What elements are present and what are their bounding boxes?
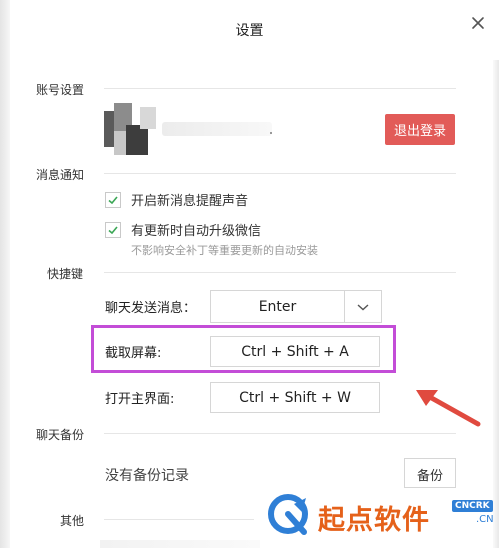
sound-notification-label: 开启新消息提醒声音 — [131, 194, 249, 209]
window-title: 设置 — [235, 23, 264, 39]
auto-update-label: 有更新时自动升级微信 — [131, 224, 262, 239]
checkmark-icon — [108, 195, 118, 204]
auto-update-checkbox[interactable] — [105, 221, 121, 238]
divider — [104, 272, 456, 273]
section-backup-label: 聊天备份 — [36, 428, 85, 442]
background-window-edge-right — [493, 60, 499, 548]
divider — [104, 173, 456, 174]
watermark: 起点软件 CNCRK .CN — [262, 484, 499, 548]
screenshot-shortcut-field[interactable]: Ctrl + Shift + A — [210, 336, 380, 367]
section-notifications-label: 消息通知 — [36, 168, 85, 182]
divider — [104, 88, 456, 89]
watermark-badge: CNCRK — [452, 500, 493, 512]
background-window-edge — [0, 0, 10, 548]
screenshot-label: 截取屏幕: — [105, 346, 162, 361]
chevron-down-icon[interactable] — [344, 291, 381, 322]
open-main-shortcut-field[interactable]: Ctrl + Shift + W — [210, 382, 380, 413]
sound-notification-checkbox[interactable] — [105, 191, 121, 208]
avatar — [104, 103, 156, 155]
watermark-suffix: .CN — [476, 514, 494, 525]
open-main-label: 打开主界面: — [105, 392, 175, 407]
send-message-value: Enter — [258, 298, 297, 315]
annotation-arrow-icon — [416, 390, 481, 427]
watermark-brand: 起点软件 — [318, 505, 430, 536]
backup-status: 没有备份记录 — [105, 468, 189, 484]
close-icon[interactable] — [469, 14, 487, 32]
settings-window: 设置 账号设置 退出登录 消息通知 开启新消息提醒声音 有更新时自动升级微信 不… — [0, 0, 499, 548]
logout-button[interactable]: 退出登录 — [385, 114, 455, 145]
checkmark-icon — [108, 225, 118, 234]
divider — [104, 433, 456, 434]
divider — [104, 519, 254, 520]
send-message-label: 聊天发送消息： — [105, 301, 197, 316]
auto-update-hint: 不影响安全补丁等重要更新的自动安装 — [131, 244, 318, 257]
account-name-dot — [270, 132, 272, 134]
sound-notification-option[interactable]: 开启新消息提醒声音 — [105, 190, 248, 209]
watermark-logo-icon — [268, 494, 308, 535]
auto-update-option[interactable]: 有更新时自动升级微信 — [105, 220, 261, 239]
section-account-label: 账号设置 — [36, 83, 85, 97]
section-other-label: 其他 — [60, 514, 85, 528]
bottom-fade — [100, 540, 260, 548]
account-name-blurred — [162, 122, 272, 136]
send-message-select[interactable]: Enter — [210, 290, 382, 323]
section-shortcuts-label: 快捷键 — [47, 267, 84, 281]
